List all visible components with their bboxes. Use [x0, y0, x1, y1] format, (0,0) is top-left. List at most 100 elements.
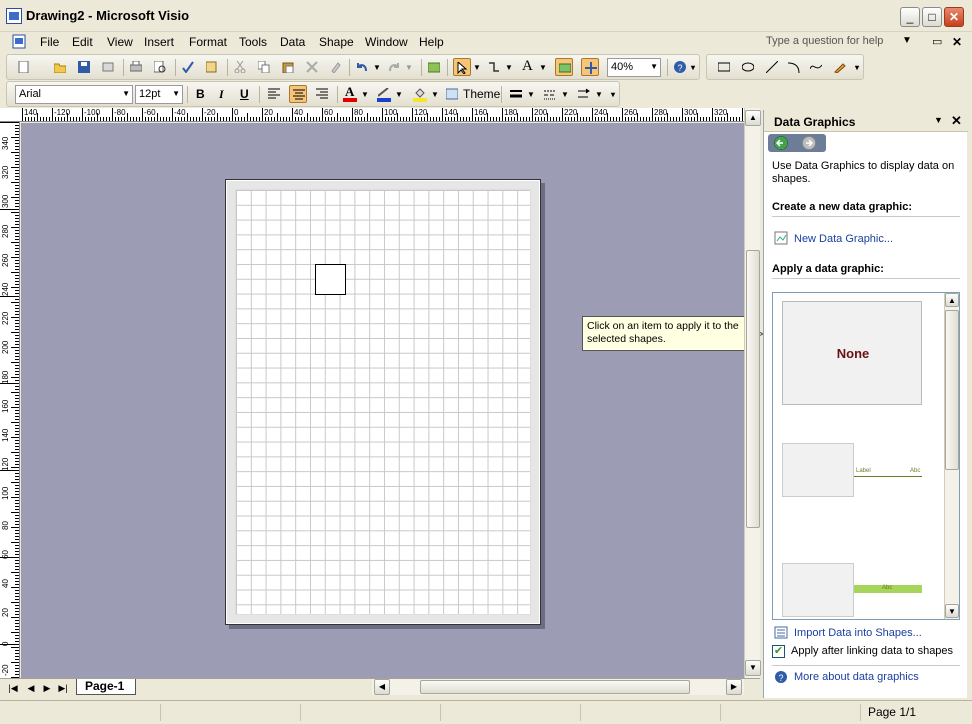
shapes-icon[interactable]: [425, 58, 443, 76]
drawing-toolbar-options-icon[interactable]: ▾: [855, 63, 859, 72]
gallery-item-text-callout[interactable]: Label Abc: [782, 443, 922, 547]
drawing-page[interactable]: [225, 179, 541, 625]
print-preview-icon[interactable]: [151, 58, 169, 76]
gallery-scroll-thumb[interactable]: [945, 310, 959, 470]
next-page-icon[interactable]: ▶: [40, 681, 54, 695]
arc-tool-icon[interactable]: [785, 58, 803, 76]
line-tool-icon[interactable]: [763, 58, 781, 76]
cut-icon[interactable]: [231, 58, 249, 76]
font-color-dropdown-icon[interactable]: ▼: [361, 90, 369, 99]
line-color-icon[interactable]: [375, 85, 393, 103]
line-pattern-icon[interactable]: [541, 85, 559, 103]
help-circle-icon[interactable]: ?: [774, 670, 790, 684]
minimize-button[interactable]: _: [900, 7, 920, 27]
toolbar-options-icon[interactable]: ▾: [691, 63, 695, 72]
theme-label[interactable]: Theme: [463, 87, 500, 101]
close-button[interactable]: ✕: [944, 7, 964, 27]
line-pattern-dropdown-icon[interactable]: ▼: [561, 90, 569, 99]
redo-dropdown-icon[interactable]: ▼: [405, 63, 413, 72]
import-data-icon[interactable]: [774, 626, 790, 640]
font-combo[interactable]: Arial ▼: [15, 85, 133, 104]
pointer-tool-icon[interactable]: [453, 58, 471, 76]
line-ends-icon[interactable]: [575, 85, 593, 103]
pan-zoom-icon[interactable]: [555, 58, 573, 76]
permission-icon[interactable]: [99, 58, 117, 76]
fill-color-icon[interactable]: [411, 85, 429, 103]
ask-dropdown-icon[interactable]: ▼: [902, 35, 912, 46]
align-center-icon[interactable]: [289, 85, 307, 103]
line-weight-icon[interactable]: [507, 85, 525, 103]
new-data-graphic-icon[interactable]: [774, 231, 790, 245]
menu-insert[interactable]: Insert: [144, 35, 174, 49]
first-page-icon[interactable]: |◀: [6, 681, 20, 695]
task-pane-menu-icon[interactable]: ▼: [934, 115, 943, 125]
format-painter-icon[interactable]: [327, 58, 345, 76]
menu-tools[interactable]: Tools: [239, 35, 267, 49]
text-tool-icon[interactable]: A: [519, 58, 537, 76]
close-document-icon[interactable]: ✕: [952, 35, 962, 49]
vertical-scrollbar[interactable]: ▲ ▼: [744, 108, 761, 678]
scroll-up-icon[interactable]: ▲: [745, 110, 761, 126]
ask-question-box[interactable]: Type a question for help: [766, 35, 883, 47]
document-icon[interactable]: [10, 33, 32, 51]
last-page-icon[interactable]: ▶|: [56, 681, 70, 695]
gallery-scroll-down-icon[interactable]: ▼: [945, 604, 959, 618]
pencil-tool-icon[interactable]: [831, 58, 849, 76]
scroll-down-icon[interactable]: ▼: [745, 660, 761, 676]
new-data-graphic-link[interactable]: New Data Graphic...: [794, 233, 893, 245]
connector-tool-icon[interactable]: [485, 58, 503, 76]
paste-icon[interactable]: [279, 58, 297, 76]
forward-icon[interactable]: [802, 136, 816, 150]
horizontal-scrollbar[interactable]: ◀ ▶: [372, 679, 744, 695]
menu-format[interactable]: Format: [189, 35, 227, 49]
freeform-tool-icon[interactable]: [807, 58, 825, 76]
underline-button[interactable]: U: [235, 85, 253, 103]
connector-dropdown-icon[interactable]: ▼: [505, 63, 513, 72]
print-icon[interactable]: [127, 58, 145, 76]
pointer-dropdown-icon[interactable]: ▼: [473, 63, 481, 72]
page-tab[interactable]: Page-1: [76, 679, 136, 695]
font-dropdown-icon[interactable]: ▼: [122, 89, 130, 98]
menu-help[interactable]: Help: [419, 35, 444, 49]
scroll-right-icon[interactable]: ▶: [726, 679, 742, 695]
line-color-dropdown-icon[interactable]: ▼: [395, 90, 403, 99]
help-icon[interactable]: ?: [671, 58, 689, 76]
apply-after-linking-checkbox[interactable]: ✔: [772, 645, 785, 658]
task-pane-close-icon[interactable]: ✕: [951, 113, 962, 129]
gallery-scrollbar[interactable]: ▲ ▼: [944, 293, 959, 619]
menu-data[interactable]: Data: [280, 35, 305, 49]
zoom-combo[interactable]: 40% ▼: [607, 58, 661, 77]
horizontal-scroll-thumb[interactable]: [420, 680, 690, 694]
italic-button[interactable]: I: [213, 85, 231, 103]
redo-icon[interactable]: [385, 58, 403, 76]
save-icon[interactable]: [75, 58, 93, 76]
research-icon[interactable]: [203, 58, 221, 76]
scroll-left-icon[interactable]: ◀: [374, 679, 390, 695]
font-size-combo[interactable]: 12pt ▼: [135, 85, 183, 104]
menu-edit[interactable]: Edit: [72, 35, 93, 49]
spelling-icon[interactable]: [179, 58, 197, 76]
ellipse-tool-icon[interactable]: [739, 58, 757, 76]
visio-app-icon[interactable]: [6, 8, 22, 24]
undo-dropdown-icon[interactable]: ▼: [373, 63, 381, 72]
zoom-dropdown-icon[interactable]: ▼: [650, 62, 658, 71]
more-about-link[interactable]: More about data graphics: [794, 671, 919, 683]
format-toolbar-options-icon[interactable]: ▾: [611, 90, 615, 99]
gallery-item-none[interactable]: None: [782, 301, 922, 405]
maximize-button[interactable]: □: [922, 7, 942, 27]
menu-window[interactable]: Window: [365, 35, 408, 49]
menu-file[interactable]: File: [40, 35, 59, 49]
theme-icon[interactable]: [443, 85, 461, 103]
previous-page-icon[interactable]: ◀: [24, 681, 38, 695]
delete-icon[interactable]: [303, 58, 321, 76]
align-right-icon[interactable]: [313, 85, 331, 103]
vertical-scroll-thumb[interactable]: [746, 250, 760, 528]
restore-document-icon[interactable]: ▭: [932, 35, 942, 48]
copy-icon[interactable]: [255, 58, 273, 76]
horizontal-ruler[interactable]: 140 -120 -100 -80 -60 -40 -20 0 20 40 60 80 100 120 14…: [0, 108, 760, 122]
undo-icon[interactable]: [353, 58, 371, 76]
drawing-explorer-icon[interactable]: [581, 58, 599, 76]
data-graphic-gallery[interactable]: None Label Abc Abc ▲ ▼: [772, 292, 960, 620]
text-dropdown-icon[interactable]: ▼: [539, 63, 547, 72]
vertical-ruler[interactable]: 340 320 300 280 260 240 220 200 180 160 140 120 100 8…: [0, 122, 20, 678]
